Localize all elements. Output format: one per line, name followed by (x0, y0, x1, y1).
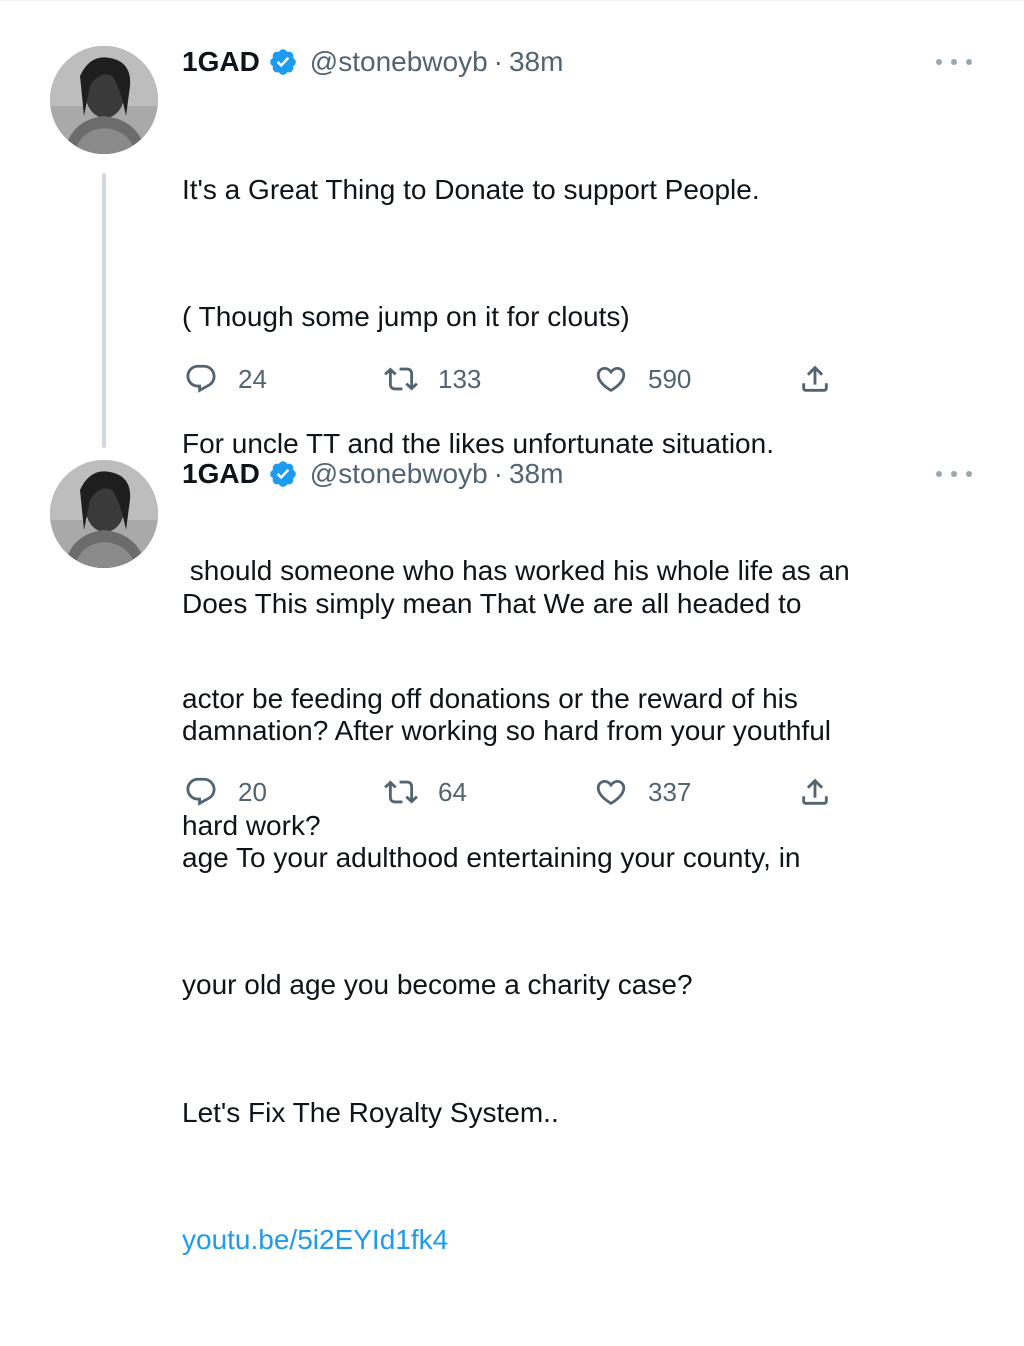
like-button[interactable]: 590 (594, 361, 691, 397)
tweet-text: Does This simply mean That We are all he… (182, 498, 982, 1346)
author-handle[interactable]: @stonebwoyb (310, 46, 488, 78)
retweet-icon (384, 367, 418, 391)
retweet-count: 64 (438, 776, 467, 807)
share-icon (802, 778, 828, 805)
reply-button[interactable]: 20 (184, 774, 267, 810)
tweet-text-line: ( Though some jump on it for clouts) (182, 301, 630, 333)
tweet-actions: 24 133 590 (184, 361, 844, 397)
thread-connector-line (102, 173, 106, 448)
tweet-link[interactable]: youtu.be/5i2EYId1fk4 (182, 1219, 982, 1261)
tweet-text-line: It's a Great Thing to Donate to support … (182, 173, 760, 205)
reply-count: 20 (238, 776, 267, 807)
top-divider (0, 0, 1024, 1)
share-button[interactable] (798, 774, 832, 810)
heart-icon (596, 366, 626, 392)
tweet-text-line: age To your adulthood entertaining your … (182, 842, 801, 874)
tweet-header: 1GAD @stonebwoyb · 38m (182, 454, 563, 494)
retweet-button[interactable]: 133 (384, 361, 481, 397)
avatar-photo (50, 46, 158, 154)
avatar[interactable] (50, 46, 158, 154)
like-button[interactable]: 337 (594, 774, 691, 810)
timestamp[interactable]: 38m (509, 46, 563, 78)
reply-count: 24 (238, 363, 267, 394)
separator-dot: · (493, 458, 503, 489)
more-options-icon[interactable] (936, 464, 972, 484)
author-handle[interactable]: @stonebwoyb (310, 458, 488, 490)
more-options-icon[interactable] (936, 52, 972, 72)
share-icon (802, 365, 828, 392)
share-button[interactable] (798, 361, 832, 397)
tweet-text-line: Does This simply mean That We are all he… (182, 587, 802, 619)
tweet-header: 1GAD @stonebwoyb · 38m (182, 42, 563, 82)
tweet-text-line: Let's Fix The Royalty System.. (182, 1096, 559, 1128)
reply-icon (186, 364, 216, 393)
author-name[interactable]: 1GAD (182, 46, 260, 78)
heart-icon (596, 779, 626, 805)
avatar-photo (50, 460, 158, 568)
like-count: 337 (648, 776, 692, 807)
tweet-actions: 20 64 337 (184, 774, 844, 810)
verified-badge-icon (269, 461, 296, 487)
like-count: 590 (648, 363, 692, 394)
avatar[interactable] (50, 460, 158, 568)
timestamp[interactable]: 38m (509, 458, 563, 490)
tweet-text-line: damnation? After working so hard from yo… (182, 715, 832, 747)
retweet-icon (384, 780, 418, 804)
retweet-count: 133 (438, 363, 482, 394)
separator-dot: · (493, 46, 503, 77)
reply-icon (186, 777, 216, 806)
author-name[interactable]: 1GAD (182, 458, 260, 490)
retweet-button[interactable]: 64 (384, 774, 467, 810)
reply-button[interactable]: 24 (184, 361, 267, 397)
tweet-text-line: your old age you become a charity case? (182, 969, 693, 1001)
verified-badge-icon (269, 49, 296, 75)
